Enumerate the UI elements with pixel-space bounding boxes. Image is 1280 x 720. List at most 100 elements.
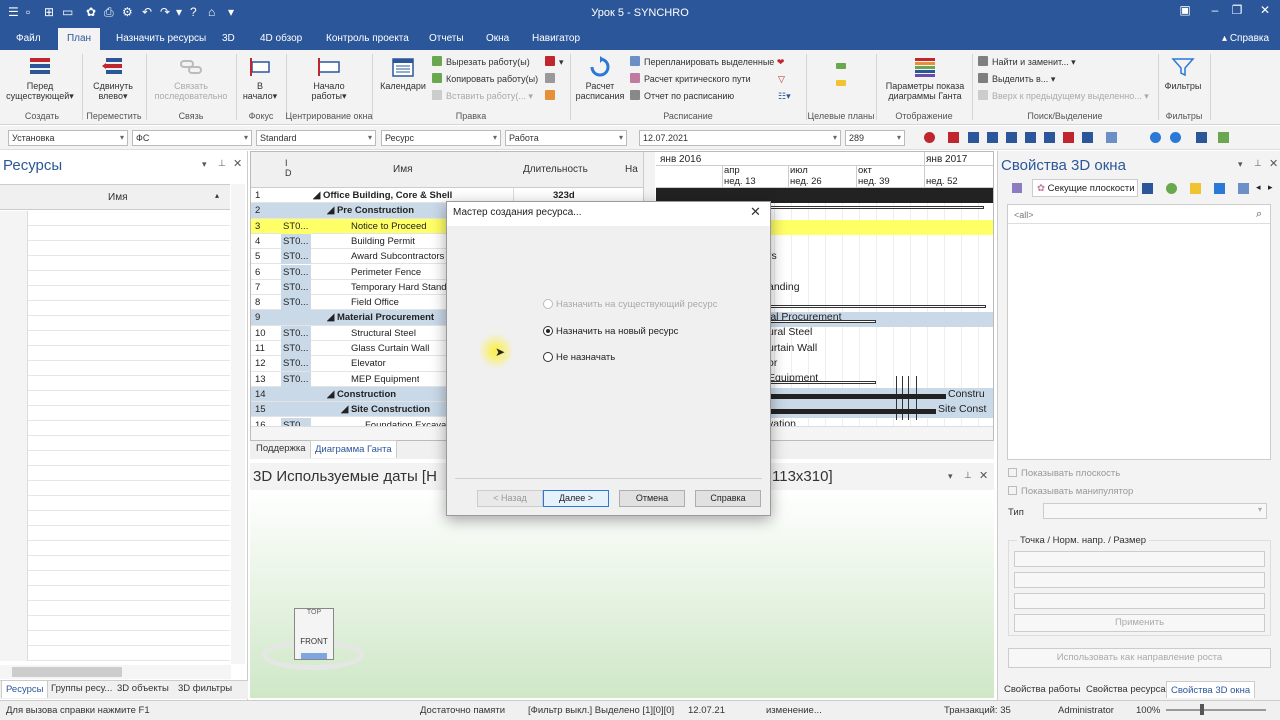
before-existing-button[interactable]: Перед существующей▾ [4, 56, 76, 101]
view-icon-4[interactable] [1218, 132, 1229, 143]
pane-close-icon[interactable]: ✕ [233, 157, 242, 170]
shift-left-button[interactable]: Сдвинуть влево▾ [88, 56, 138, 101]
help-button[interactable]: Справка [695, 490, 761, 507]
back-button[interactable]: < Назад [477, 490, 543, 507]
tab-resource-properties[interactable]: Свойства ресурса [1082, 681, 1170, 698]
type-select[interactable]: ▾ [1043, 503, 1267, 519]
props-tab-icon-3[interactable] [1166, 183, 1177, 194]
option-no-assign[interactable]: Не назначать [543, 352, 615, 363]
resources-vscroll[interactable] [231, 184, 245, 664]
procurement-bar[interactable] [766, 305, 986, 308]
resources-hscroll[interactable] [0, 665, 231, 679]
skip-start-icon[interactable] [948, 132, 959, 143]
gantt-params-button[interactable]: Параметры показа диаграммы Ганта [880, 56, 970, 101]
schedule-report-button[interactable]: Отчет по расписанию [630, 89, 734, 103]
zoom-slider[interactable] [1166, 709, 1266, 711]
link-sequential-button[interactable]: Связать последовательно [150, 56, 232, 101]
step-back-icon[interactable] [968, 132, 979, 143]
menu-windows[interactable]: Окна [478, 28, 517, 50]
col-start-header[interactable]: На [625, 164, 638, 175]
pin-icon[interactable]: ⊥ [218, 158, 226, 169]
props-pin-icon[interactable]: ⊥ [1254, 158, 1262, 169]
props-close-icon[interactable]: ✕ [1269, 157, 1278, 170]
menu-4d-review[interactable]: 4D обзор [252, 28, 310, 50]
viewer-pin-icon[interactable]: ⊥ [964, 470, 972, 481]
option-new-resource[interactable]: Назначить на новый ресурс [543, 326, 678, 337]
tab-gantt-chart[interactable]: Диаграмма Ганта [310, 440, 397, 458]
props-tab-icon-6[interactable] [1238, 183, 1249, 194]
resource-combo[interactable]: Ресурс [381, 130, 501, 146]
cube-top-face[interactable]: TOP [295, 609, 333, 616]
days-field[interactable]: 289 [845, 130, 905, 146]
normal-field[interactable] [1014, 572, 1265, 588]
view-icon-2[interactable] [1170, 132, 1181, 143]
viewer-menu-icon[interactable]: ▾ [948, 471, 953, 482]
menu-project-control[interactable]: Контроль проекта [318, 28, 417, 50]
menu-3d[interactable]: 3D [214, 28, 243, 50]
menu-assign-resources[interactable]: Назначить ресурсы [108, 28, 214, 50]
tab-3d-window-properties[interactable]: Свойства 3D окна [1166, 681, 1256, 698]
target-plan-icon-1[interactable] [836, 58, 850, 72]
view-icon-1[interactable] [1150, 132, 1161, 143]
point-field[interactable] [1014, 551, 1265, 567]
col-id-header[interactable]: I D [285, 158, 295, 178]
col-name-header[interactable]: Имя [393, 164, 412, 175]
view-cube[interactable]: TOP FRONT [294, 608, 334, 660]
props-tab-icon-2[interactable] [1142, 183, 1153, 194]
props-tab-icon-4[interactable] [1190, 183, 1201, 194]
play-back-icon[interactable] [987, 132, 998, 143]
col-name-header[interactable]: Имя [108, 192, 127, 203]
to-start-button[interactable]: В начало▾ [240, 56, 280, 101]
filters-button[interactable]: Фильтры [1160, 56, 1206, 91]
delete-icon[interactable]: ▾ [545, 55, 564, 69]
props-scroll-left-icon[interactable]: ◂ [1256, 182, 1261, 193]
restore-button[interactable]: ❐ [1222, 3, 1252, 17]
standard-combo[interactable]: Standard [256, 130, 376, 146]
tab-support[interactable]: Поддержка [252, 440, 310, 458]
step-forward-icon[interactable] [1044, 132, 1055, 143]
tab-3d-objects[interactable]: 3D объекты [113, 680, 173, 698]
next-button[interactable]: Далее > [543, 490, 609, 507]
stop-icon[interactable] [1006, 132, 1017, 143]
skip-end-icon[interactable] [1063, 132, 1074, 143]
phase-combo[interactable]: Установка [8, 130, 128, 146]
filter-options-icon[interactable]: ☷▾ [778, 89, 791, 103]
show-manipulator-checkbox[interactable]: Показывать манипулятор [1008, 486, 1133, 497]
resources-grid[interactable] [28, 211, 230, 661]
up-prev-selection-button[interactable]: Вверх к предыдущему выделенно... ▾ [978, 89, 1149, 103]
tab-resources[interactable]: Ресурсы [1, 680, 49, 698]
view-icon-3[interactable] [1196, 132, 1207, 143]
work-combo[interactable]: Работа [505, 130, 627, 146]
col-duration-header[interactable]: Длительность [523, 164, 588, 175]
tab-work-properties[interactable]: Свойства работы [1000, 681, 1085, 698]
tab-section-planes[interactable]: ✿ Секущие плоскости [1032, 179, 1138, 197]
apply-button[interactable]: Применить [1014, 614, 1265, 632]
fs-combo[interactable]: ФС [132, 130, 252, 146]
menu-reports[interactable]: Отчеты [421, 28, 472, 50]
record-icon[interactable] [924, 132, 935, 143]
copy-work-button[interactable]: Копировать работу(ы) [432, 72, 538, 86]
filter-red-icon[interactable]: ▽ [778, 72, 785, 86]
props-tab-icon-1[interactable] [1012, 183, 1022, 193]
select-in-button[interactable]: Выделить в... ▾ [978, 72, 1055, 86]
close-button[interactable]: ✕ [1250, 3, 1280, 17]
construction-bar[interactable] [766, 394, 946, 399]
paste-work-button[interactable]: Вставить работу(... ▾ [432, 89, 533, 103]
tab-3d-filters[interactable]: 3D фильтры [174, 680, 236, 698]
work-start-button[interactable]: Начало работы▾ [302, 56, 356, 101]
target-plan-icon-2[interactable] [836, 75, 850, 89]
pane-menu-icon[interactable]: ▾ [202, 159, 207, 170]
option-existing-resource[interactable]: Назначить на существующий ресурс [543, 299, 717, 310]
viewer-3d-canvas[interactable]: TOP FRONT [250, 490, 994, 698]
jump-icon[interactable] [1106, 132, 1117, 143]
props-menu-icon[interactable]: ▾ [1238, 159, 1243, 170]
zoom-slider-thumb[interactable] [1200, 704, 1204, 715]
show-plane-checkbox[interactable]: Показывать плоскость [1008, 468, 1120, 479]
sort-icon[interactable]: ▴ [215, 191, 219, 200]
size-field[interactable] [1014, 593, 1265, 609]
props-tab-icon-5[interactable] [1214, 183, 1225, 194]
schedule-calc-button[interactable]: Расчет расписания [574, 56, 626, 101]
menu-file[interactable]: Файл [8, 28, 49, 50]
reschedule-selected-button[interactable]: Перепланировать выделенные ❤ [630, 55, 784, 69]
cancel-button[interactable]: Отмена [619, 490, 685, 507]
